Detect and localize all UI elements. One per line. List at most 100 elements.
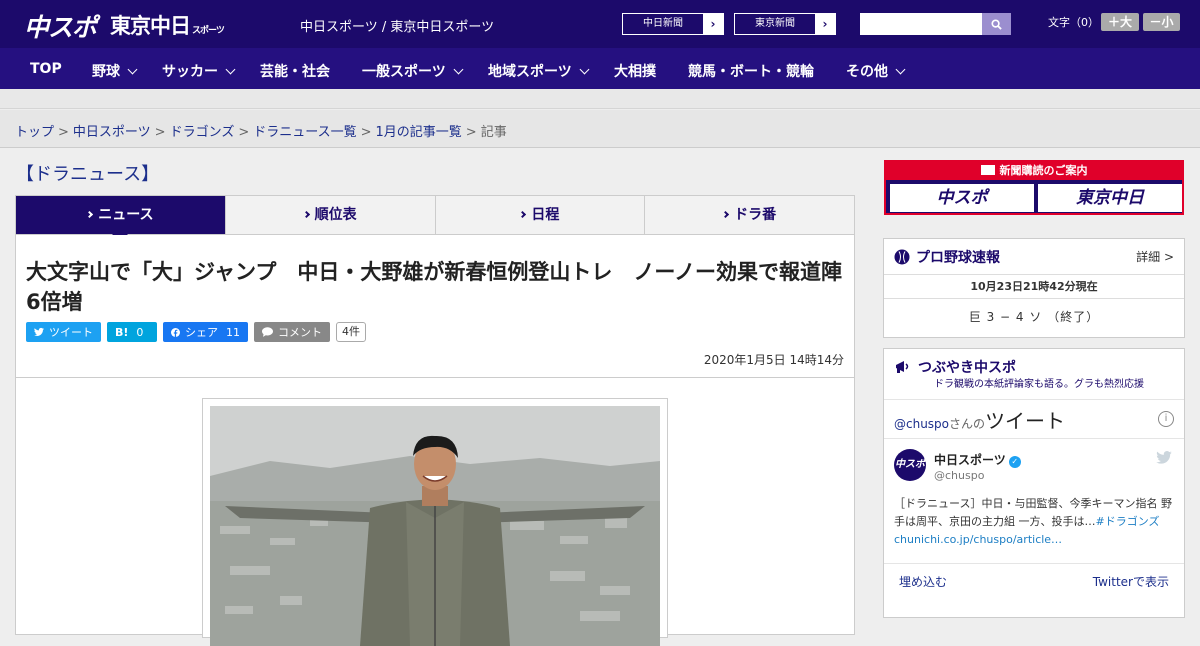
chevron-right-icon (722, 210, 730, 219)
font-bigger-button[interactable]: ＋大 (1101, 13, 1139, 31)
article-headline: 大文字山で「大」ジャンプ 中日・大野雄が新春恒例登山トレ ノーノー効果で報道陣6… (26, 260, 843, 314)
breadcrumb-january-list[interactable]: 1月の記事一覧 (376, 125, 462, 140)
tab-schedule[interactable]: 日程 (435, 196, 646, 234)
nav-sumo[interactable]: 大相撲 (614, 61, 656, 81)
subscription-promo-title: 新聞購読のご案内 (886, 162, 1182, 180)
megaphone-icon (896, 361, 909, 373)
nav-regional-sports[interactable]: 地域スポーツ (488, 61, 590, 81)
main-nav: TOP 野球 サッカー 芸能・社会 一般スポーツ 地域スポーツ 大相撲 競馬・ボ… (0, 48, 1200, 89)
comment-button[interactable]: コメント (254, 322, 330, 342)
facebook-count: 11 (226, 325, 240, 339)
twitter-widget-subtitle: ドラ観戦の本紙評論家も語る。グラも熱烈応援 (934, 379, 1144, 390)
nav-general-sports-label: 一般スポーツ (362, 64, 446, 80)
tab-standings[interactable]: 順位表 (225, 196, 436, 234)
twitter-bird-icon[interactable] (1156, 451, 1172, 464)
breadcrumb-separator: > (465, 125, 477, 140)
breadcrumb-dragons[interactable]: ドラゴンズ (170, 125, 235, 140)
tab-news-label: ニュース (98, 207, 154, 223)
hatena-icon: B! (115, 325, 129, 339)
tokyo-shimbun-label: 東京新聞 (755, 18, 795, 29)
chunichi-shimbun-label: 中日新聞 (643, 18, 683, 29)
breadcrumb-chunichi-sports[interactable]: 中日スポーツ (73, 125, 151, 140)
chevron-down-icon (225, 64, 236, 75)
twitter-timeline-title: ツイート (985, 408, 1066, 433)
breadcrumb: トップ > 中日スポーツ > ドラゴンズ > ドラニュース一覧 >1月の記事一覧 > 記事 (0, 110, 1200, 148)
promo-tokyo-chunichi-button[interactable]: 東京中日 (1038, 184, 1182, 212)
promo-chuspo-button[interactable]: 中スポ (890, 184, 1034, 212)
nav-baseball[interactable]: 野球 (92, 61, 138, 81)
nav-other[interactable]: その他 (846, 61, 906, 81)
subscription-promo[interactable]: 新聞購読のご案内 中スポ 東京中日 (884, 160, 1184, 215)
chevron-down-icon (579, 64, 590, 75)
nav-racing[interactable]: 競馬・ボート・競輪 (688, 61, 814, 81)
chevron-right-icon (86, 210, 94, 219)
tweet-author: 中スポ 中日スポーツ ✓ @chuspo (884, 439, 1184, 485)
nav-soccer[interactable]: サッカー (162, 61, 236, 81)
hatena-count: 0 (136, 325, 144, 339)
article-photo[interactable] (210, 406, 660, 646)
facebook-share-button[interactable]: シェア 11 (163, 322, 248, 342)
score-line[interactable]: 巨 3 − 4 ソ （終了） (884, 299, 1184, 335)
info-icon[interactable]: i (1158, 411, 1174, 427)
nav-entertainment[interactable]: 芸能・社会 (260, 61, 330, 81)
font-size-label: 文字（0） (1048, 16, 1099, 29)
breadcrumb-top[interactable]: トップ (15, 125, 54, 140)
site-title: 中日スポーツ / 東京中日スポーツ (300, 20, 495, 35)
nav-racing-label: 競馬・ボート・競輪 (688, 64, 814, 80)
facebook-icon (171, 327, 180, 337)
twitter-handle-link[interactable]: @chuspoさんの (894, 417, 985, 431)
tweet-label: ツイート (49, 326, 93, 339)
nav-general-sports[interactable]: 一般スポーツ (362, 61, 464, 81)
tab-schedule-label: 日程 (531, 207, 560, 223)
tweet-author-name[interactable]: 中日スポーツ ✓ (934, 451, 1021, 468)
twitter-widget: つぶやき中スポ ドラ観戦の本紙評論家も語る。グラも熱烈応援 @chuspoさんの… (883, 348, 1185, 618)
tokyo-chunichi-logo-text: 東京中日 (110, 14, 191, 38)
breadcrumb-separator: > (238, 125, 250, 140)
scores-timestamp: 10月23日21時42分現在 (884, 275, 1184, 299)
scores-detail-link[interactable]: 詳細 > (1136, 248, 1174, 265)
tweet-text: ［ドラニュース］中日・与田監督、今季キーマン指名 野手は周平、京田の主力組 一方… (884, 485, 1184, 563)
tweet-button[interactable]: ツイート (26, 322, 101, 342)
section-tabs: ニュース 順位表 日程 ドラ番 (15, 195, 855, 242)
twitter-bird-icon (34, 327, 44, 336)
tab-dora-ban[interactable]: ドラ番 (645, 196, 854, 234)
article-date: 2020年1月5日 14時14分 (703, 353, 844, 367)
twitter-handle-text: @chuspo (894, 416, 950, 431)
breadcrumb-current: 記事 (480, 125, 507, 140)
tab-dora-ban-label: ドラ番 (734, 207, 777, 223)
chunichi-shimbun-button[interactable]: 中日新聞 › (622, 13, 724, 35)
embed-link[interactable]: 埋め込む (899, 573, 947, 590)
facebook-share-label: シェア (185, 326, 218, 339)
article-photo-frame (202, 398, 668, 646)
section-title: 【ドラニュース】 (16, 164, 160, 185)
nav-top[interactable]: TOP (30, 61, 62, 77)
avatar[interactable]: 中スポ (894, 449, 926, 481)
promo-title-text: 新聞購読のご案内 (999, 164, 1088, 177)
tweet-author-handle[interactable]: @chuspo (934, 469, 984, 482)
search-button[interactable] (982, 13, 1011, 35)
baseball-scores-widget: プロ野球速報 詳細 > 10月23日21時42分現在 巨 3 − 4 ソ （終了… (883, 238, 1185, 338)
breadcrumb-separator: > (58, 125, 69, 140)
search-input[interactable] (860, 13, 983, 35)
chevron-right-icon (302, 210, 310, 219)
chevron-right-icon (519, 210, 527, 219)
chevron-down-icon (895, 64, 906, 75)
article: 大文字山で「大」ジャンプ 中日・大野雄が新春恒例登山トレ ノーノー効果で報道陣6… (15, 235, 855, 646)
chuspo-logo[interactable]: 中スポ (24, 8, 97, 44)
divider (16, 377, 854, 378)
hatena-bookmark-button[interactable]: B! 0 (107, 322, 157, 342)
search-icon (991, 18, 1002, 30)
tokyo-chunichi-logo-small: スポーツ (192, 26, 225, 36)
nav-baseball-label: 野球 (92, 64, 120, 80)
nav-sumo-label: 大相撲 (614, 64, 656, 80)
view-on-twitter-link[interactable]: Twitterで表示 (1093, 573, 1169, 590)
nav-other-label: その他 (846, 64, 888, 80)
font-smaller-button[interactable]: －小 (1143, 13, 1180, 31)
twitter-handle-suffix: さんの (949, 416, 986, 431)
tokyo-chunichi-logo[interactable]: 東京中日 スポーツ (110, 10, 225, 40)
tab-news[interactable]: ニュース (16, 196, 226, 242)
comment-count: 4件 (336, 322, 366, 342)
nav-regional-sports-label: 地域スポーツ (488, 64, 572, 80)
tokyo-shimbun-button[interactable]: 東京新聞 › (734, 13, 836, 35)
breadcrumb-dora-news-list[interactable]: ドラニュース一覧 (253, 125, 356, 140)
